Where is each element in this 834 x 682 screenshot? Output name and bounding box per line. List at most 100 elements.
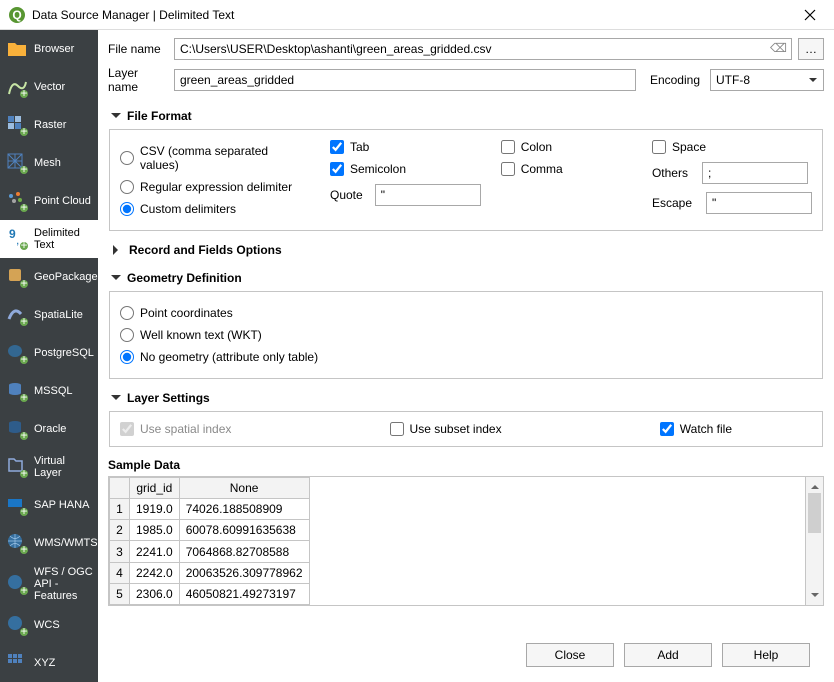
section-toggle-layer-settings[interactable]: Layer Settings xyxy=(109,387,823,409)
table-row[interactable]: 21985.060078.60991635638 xyxy=(110,520,310,541)
dialog-footer: Close Add Help xyxy=(108,634,824,674)
checkbox-comma[interactable]: Comma xyxy=(501,162,632,176)
file-name-label: File name xyxy=(108,42,168,56)
checkbox-tab[interactable]: Tab xyxy=(330,140,481,154)
svg-text:,: , xyxy=(16,233,19,247)
sidebar-item-oracle[interactable]: +Oracle xyxy=(0,410,98,448)
layer-name-input[interactable] xyxy=(174,69,636,91)
radio-point-coordinates[interactable]: Point coordinates xyxy=(120,302,812,324)
browser-icon xyxy=(6,38,28,60)
wcs-icon: + xyxy=(6,614,28,636)
mesh-icon: + xyxy=(6,152,28,174)
svg-text:+: + xyxy=(20,124,27,136)
chevron-down-icon xyxy=(111,275,121,285)
svg-text:Q: Q xyxy=(12,8,21,22)
section-toggle-geometry[interactable]: Geometry Definition xyxy=(109,267,823,289)
sidebar-item-wfs[interactable]: +WFS / OGC API - Features xyxy=(0,562,98,606)
column-header[interactable]: None xyxy=(179,478,309,499)
app-logo-icon: Q xyxy=(8,6,26,24)
wfs-icon: + xyxy=(6,573,28,595)
table-row[interactable]: 42242.020063526.309778962 xyxy=(110,562,310,583)
others-label: Others xyxy=(652,166,688,180)
file-name-input[interactable]: C:\Users\USER\Desktop\ashanti\green_area… xyxy=(174,38,792,60)
encoding-select[interactable]: UTF-8 xyxy=(710,69,824,91)
escape-input[interactable] xyxy=(706,192,812,214)
quote-label: Quote xyxy=(330,188,363,202)
svg-text:+: + xyxy=(20,162,27,174)
svg-text:+: + xyxy=(20,428,27,440)
sidebar: Browser +Vector +Raster +Mesh +Point Clo… xyxy=(0,30,98,682)
raster-icon: + xyxy=(6,114,28,136)
checkbox-watch-file[interactable]: Watch file xyxy=(660,422,732,436)
sidebar-item-postgresql[interactable]: +PostgreSQL xyxy=(0,334,98,372)
svg-text:+: + xyxy=(20,583,27,595)
quote-input[interactable] xyxy=(375,184,481,206)
sidebar-item-spatialite[interactable]: +SpatiaLite xyxy=(0,296,98,334)
scroll-up-icon[interactable] xyxy=(806,477,823,493)
others-input[interactable] xyxy=(702,162,808,184)
chevron-down-icon xyxy=(111,395,121,405)
sidebar-item-xyz[interactable]: XYZ xyxy=(0,644,98,682)
virtual-layer-icon: + xyxy=(6,456,28,478)
sidebar-item-virtual-layer[interactable]: +Virtual Layer xyxy=(0,448,98,486)
radio-wkt[interactable]: Well known text (WKT) xyxy=(120,324,812,346)
sample-scrollbar[interactable] xyxy=(805,477,823,605)
sap-hana-icon: + xyxy=(6,494,28,516)
svg-text:+: + xyxy=(20,624,27,636)
sidebar-item-mssql[interactable]: +MSSQL xyxy=(0,372,98,410)
radio-regex[interactable]: Regular expression delimiter xyxy=(120,176,310,198)
delimited-text-icon: 9,+ xyxy=(6,228,28,250)
sidebar-item-raster[interactable]: +Raster xyxy=(0,106,98,144)
window-close-button[interactable] xyxy=(790,1,830,29)
browse-file-button[interactable]: … xyxy=(798,38,824,60)
checkbox-subset-index[interactable]: Use subset index xyxy=(390,422,502,436)
chevron-down-icon xyxy=(111,113,121,123)
checkbox-colon[interactable]: Colon xyxy=(501,140,632,154)
titlebar: Q Data Source Manager | Delimited Text xyxy=(0,0,834,30)
sidebar-item-wcs[interactable]: +WCS xyxy=(0,606,98,644)
point-cloud-icon: + xyxy=(6,190,28,212)
column-header[interactable]: grid_id xyxy=(130,478,180,499)
oracle-icon: + xyxy=(6,418,28,440)
checkbox-space[interactable]: Space xyxy=(652,140,812,154)
postgresql-icon: + xyxy=(6,342,28,364)
close-button[interactable]: Close xyxy=(526,643,614,667)
sidebar-item-wms-wmts[interactable]: +WMS/WMTS xyxy=(0,524,98,562)
sidebar-item-sap-hana[interactable]: +SAP HANA xyxy=(0,486,98,524)
vector-icon: + xyxy=(6,76,28,98)
checkbox-semicolon[interactable]: Semicolon xyxy=(330,162,481,176)
main-area: Browser +Vector +Raster +Mesh +Point Clo… xyxy=(0,30,834,682)
radio-no-geometry[interactable]: No geometry (attribute only table) xyxy=(120,346,812,368)
table-row[interactable]: 32241.07064868.82708588 xyxy=(110,541,310,562)
sidebar-item-point-cloud[interactable]: +Point Cloud xyxy=(0,182,98,220)
section-toggle-file-format[interactable]: File Format xyxy=(109,105,823,127)
sidebar-item-mesh[interactable]: +Mesh xyxy=(0,144,98,182)
sidebar-item-delimited-text[interactable]: 9,+Delimited Text xyxy=(0,220,98,258)
add-button[interactable]: Add xyxy=(624,643,712,667)
svg-text:+: + xyxy=(20,390,27,402)
help-button[interactable]: Help xyxy=(722,643,810,667)
layer-name-label: Layer name xyxy=(108,66,168,94)
clear-file-icon[interactable]: ⌫ xyxy=(770,41,787,55)
sidebar-item-browser[interactable]: Browser xyxy=(0,30,98,68)
scroll-thumb[interactable] xyxy=(808,493,821,533)
svg-text:+: + xyxy=(20,352,27,364)
svg-text:+: + xyxy=(20,200,27,212)
encoding-label: Encoding xyxy=(650,73,700,87)
sidebar-item-vector[interactable]: +Vector xyxy=(0,68,98,106)
svg-text:+: + xyxy=(20,276,27,288)
radio-csv[interactable]: CSV (comma separated values) xyxy=(120,140,310,176)
sample-data-box: grid_id None 11919.074026.188508909 2198… xyxy=(108,476,824,606)
section-toggle-record-fields[interactable]: Record and Fields Options xyxy=(109,239,823,261)
sample-data-table[interactable]: grid_id None 11919.074026.188508909 2198… xyxy=(109,477,310,605)
svg-text:+: + xyxy=(20,466,27,478)
svg-text:+: + xyxy=(20,314,27,326)
table-row[interactable]: 11919.074026.188508909 xyxy=(110,499,310,520)
svg-text:9: 9 xyxy=(9,228,16,241)
radio-custom[interactable]: Custom delimiters xyxy=(120,198,310,220)
chevron-right-icon xyxy=(113,245,123,255)
sidebar-item-geopackage[interactable]: +GeoPackage xyxy=(0,258,98,296)
table-row[interactable]: 52306.046050821.49273197 xyxy=(110,583,310,604)
scroll-down-icon[interactable] xyxy=(806,589,823,605)
xyz-icon xyxy=(6,652,28,674)
